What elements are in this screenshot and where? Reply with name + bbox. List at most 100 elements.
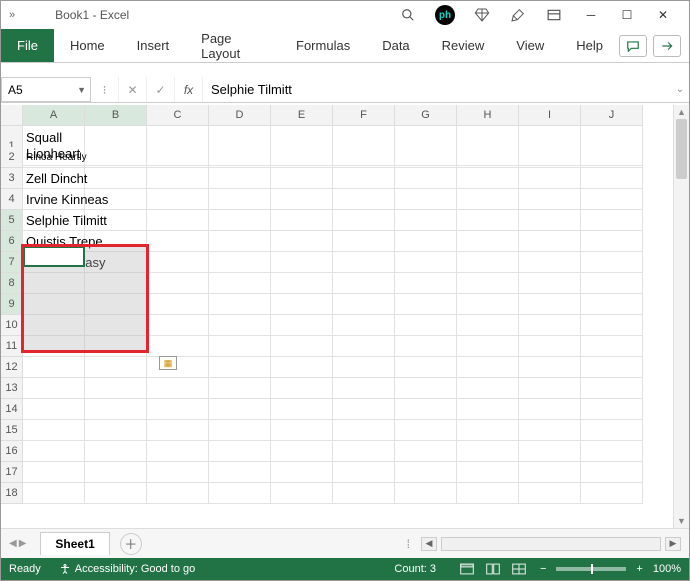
normal-view-icon[interactable] <box>456 561 478 577</box>
cell[interactable] <box>23 315 85 336</box>
row-header[interactable]: 18 <box>1 483 23 504</box>
row-header[interactable]: 15 <box>1 420 23 441</box>
cell[interactable] <box>457 315 519 336</box>
cell[interactable] <box>457 336 519 357</box>
maximize-button[interactable]: ☐ <box>609 1 645 29</box>
cell[interactable] <box>519 483 581 504</box>
cell[interactable] <box>23 273 85 294</box>
cell[interactable] <box>581 189 643 210</box>
cell[interactable]: Quistis Trepe <box>23 231 85 252</box>
name-box[interactable]: A5 ▼ <box>1 77 91 102</box>
hscroll-right-icon[interactable]: ▶ <box>665 537 681 551</box>
cell[interactable] <box>147 483 209 504</box>
cell[interactable] <box>457 462 519 483</box>
cell[interactable] <box>457 483 519 504</box>
cell[interactable] <box>209 483 271 504</box>
cell[interactable] <box>271 168 333 189</box>
comments-button[interactable] <box>619 35 647 57</box>
cell[interactable] <box>271 189 333 210</box>
cell[interactable] <box>519 315 581 336</box>
row-header[interactable]: 7 <box>1 252 23 273</box>
row-header[interactable]: 14 <box>1 399 23 420</box>
chevron-down-icon[interactable]: ▼ <box>77 85 86 95</box>
row-header[interactable]: 2 <box>1 147 23 168</box>
cell[interactable] <box>209 231 271 252</box>
row-header[interactable]: 3 <box>1 168 23 189</box>
cell[interactable] <box>457 252 519 273</box>
column-header[interactable]: J <box>581 105 643 126</box>
cell[interactable] <box>209 168 271 189</box>
tab-review[interactable]: Review <box>426 29 501 62</box>
cell[interactable] <box>209 273 271 294</box>
cell[interactable] <box>209 336 271 357</box>
cell[interactable] <box>23 462 85 483</box>
cell[interactable] <box>23 294 85 315</box>
cell[interactable] <box>395 441 457 462</box>
cell[interactable] <box>23 420 85 441</box>
cell[interactable] <box>209 399 271 420</box>
cell[interactable] <box>519 441 581 462</box>
cell[interactable] <box>519 420 581 441</box>
cell[interactable] <box>271 462 333 483</box>
cell[interactable] <box>581 231 643 252</box>
cell[interactable] <box>271 252 333 273</box>
cell[interactable] <box>147 147 209 168</box>
cell[interactable] <box>395 357 457 378</box>
cell[interactable] <box>271 378 333 399</box>
add-sheet-button[interactable]: ＋ <box>120 533 142 555</box>
cell[interactable] <box>85 273 147 294</box>
row-header[interactable]: 10 <box>1 315 23 336</box>
zoom-level[interactable]: 100% <box>653 563 681 575</box>
cell[interactable] <box>85 441 147 462</box>
cell[interactable] <box>395 273 457 294</box>
cell[interactable] <box>147 378 209 399</box>
fx-icon[interactable]: fx <box>175 77 203 102</box>
tab-home[interactable]: Home <box>54 29 121 62</box>
vertical-scrollbar[interactable] <box>673 105 689 528</box>
cell[interactable] <box>457 210 519 231</box>
column-header[interactable]: F <box>333 105 395 126</box>
row-header[interactable]: 6 <box>1 231 23 252</box>
cell[interactable] <box>147 420 209 441</box>
cell[interactable] <box>581 483 643 504</box>
zoom-in-button[interactable]: + <box>636 563 642 575</box>
cell[interactable] <box>209 378 271 399</box>
column-header[interactable]: B <box>85 105 147 126</box>
tab-help[interactable]: Help <box>560 29 619 62</box>
share-button[interactable] <box>653 35 681 57</box>
tab-data[interactable]: Data <box>366 29 425 62</box>
cell[interactable] <box>395 168 457 189</box>
row-header[interactable]: 4 <box>1 189 23 210</box>
cell[interactable] <box>519 231 581 252</box>
cell[interactable] <box>333 336 395 357</box>
cell[interactable] <box>333 483 395 504</box>
zoom-slider[interactable] <box>556 567 626 571</box>
quick-access-more-icon[interactable]: » <box>9 9 15 21</box>
cell[interactable] <box>333 378 395 399</box>
cell[interactable] <box>209 252 271 273</box>
cell[interactable]: Irvine Kinneas <box>23 189 85 210</box>
cell[interactable] <box>581 378 643 399</box>
cell[interactable] <box>395 378 457 399</box>
cell[interactable] <box>147 252 209 273</box>
cell[interactable] <box>85 231 147 252</box>
cell[interactable] <box>333 294 395 315</box>
diamond-icon[interactable] <box>473 6 491 24</box>
column-header[interactable]: C <box>147 105 209 126</box>
cell[interactable] <box>271 399 333 420</box>
cell[interactable] <box>519 336 581 357</box>
cell[interactable] <box>333 315 395 336</box>
column-header[interactable]: G <box>395 105 457 126</box>
search-icon[interactable] <box>399 6 417 24</box>
cell[interactable] <box>209 189 271 210</box>
cell[interactable] <box>395 462 457 483</box>
cell[interactable] <box>395 189 457 210</box>
cell[interactable] <box>333 441 395 462</box>
cell[interactable] <box>85 483 147 504</box>
cell[interactable] <box>457 231 519 252</box>
cell[interactable] <box>147 399 209 420</box>
cell[interactable] <box>147 231 209 252</box>
accessibility-status[interactable]: Accessibility: Good to go <box>59 563 195 575</box>
cell[interactable] <box>395 231 457 252</box>
cell[interactable] <box>395 252 457 273</box>
